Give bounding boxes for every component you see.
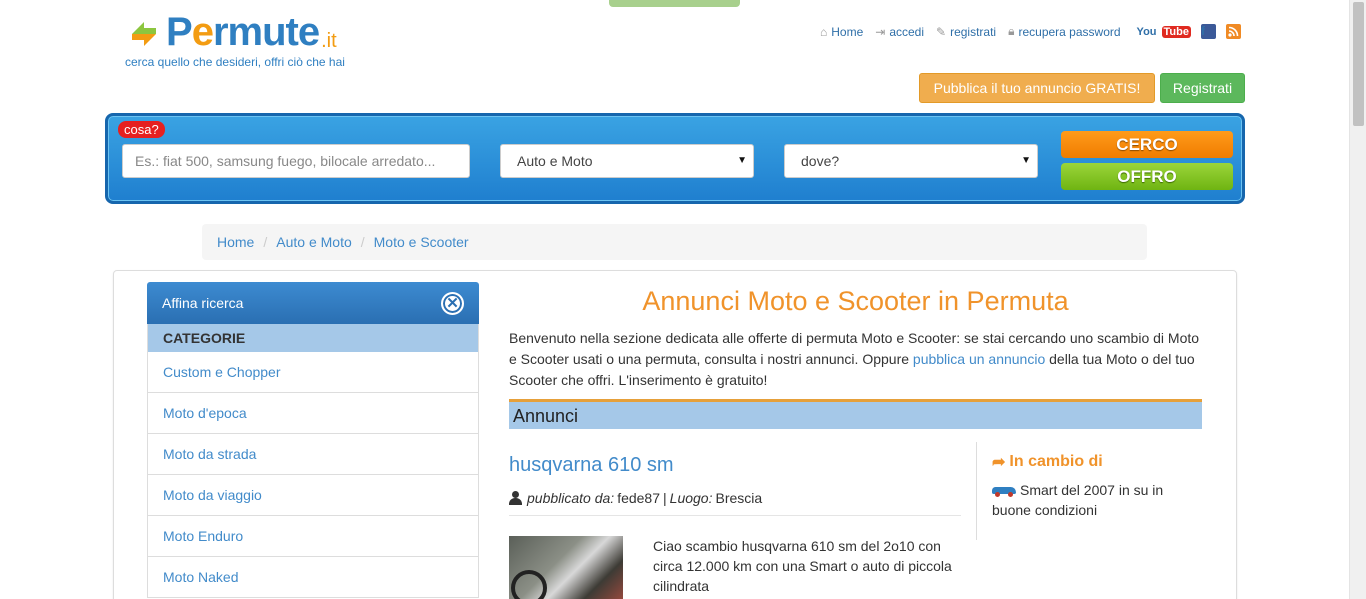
sidebar-item-moto-strada[interactable]: Moto da strada <box>147 434 479 475</box>
breadcrumb: Home / Auto e Moto / Moto e Scooter <box>202 224 1147 260</box>
page-title: Annunci Moto e Scooter in Permuta <box>642 286 1069 316</box>
sidebar-item-custom-chopper[interactable]: Custom e Chopper <box>147 352 479 393</box>
sidebar-item-moto-epoca[interactable]: Moto d'epoca <box>147 393 479 434</box>
main-content: Annunci Moto e Scooter in Permuta Benven… <box>509 286 1202 429</box>
sidebar-section-title: CATEGORIE <box>147 324 479 352</box>
registrati-link[interactable]: ✎ registrati <box>936 25 996 39</box>
search-input[interactable] <box>122 144 470 178</box>
lock-icon: 🔒︎ <box>1008 24 1015 38</box>
in-cambio-text: Smart del 2007 in su in buone condizioni <box>992 482 1164 518</box>
sidebar-item-moto-naked[interactable]: Moto Naked <box>147 557 479 598</box>
recupera-password-link[interactable]: 🔒︎ recupera password <box>1008 24 1120 39</box>
sidebar-header: Affina ricerca ✕ <box>147 282 479 324</box>
sidebar-title: Affina ricerca <box>162 295 244 311</box>
publish-ad-link[interactable]: pubblica un annuncio <box>913 351 1045 367</box>
listing-user: fede87 <box>617 490 661 506</box>
intro-text: Benvenuto nella sezione dedicata alle of… <box>509 330 1200 388</box>
register-button[interactable]: Registrati <box>1160 73 1245 103</box>
breadcrumb-separator: / <box>263 234 268 250</box>
annunci-header: Annunci <box>509 399 1202 429</box>
facebook-icon[interactable]: f <box>1200 24 1216 39</box>
search-bar: cosa? Auto e Moto ▼ dove? ▼ CERCO OFFRO <box>105 113 1245 204</box>
dropdown-arrow-icon: ▼ <box>1021 155 1031 166</box>
sidebar-item-moto-viaggio[interactable]: Moto da viaggio <box>147 475 479 516</box>
scrollbar[interactable] <box>1349 0 1366 599</box>
breadcrumb-auto-moto[interactable]: Auto e Moto <box>276 234 352 250</box>
breadcrumb-separator: / <box>360 234 365 250</box>
category-select[interactable]: Auto e Moto ▼ <box>500 144 754 178</box>
breadcrumb-home[interactable]: Home <box>217 234 254 250</box>
dropdown-arrow-icon: ▼ <box>737 155 747 166</box>
listing-title[interactable]: husqvarna 610 sm <box>509 454 674 477</box>
location-select[interactable]: dove? ▼ <box>784 144 1038 178</box>
breadcrumb-moto-scooter[interactable]: Moto e Scooter <box>374 234 469 250</box>
listing-description: Ciao scambio husqvarna 610 sm del 2o10 c… <box>653 538 952 594</box>
social-links: You Tube f <box>1137 24 1241 39</box>
home-link[interactable]: ⌂ Home <box>820 25 863 39</box>
close-icon[interactable]: ✕ <box>441 291 464 315</box>
edit-icon: ✎ <box>936 24 947 39</box>
publish-ad-button[interactable]: Pubblica il tuo annuncio GRATIS! <box>919 73 1155 103</box>
tagline: cerca quello che desideri, offri ciò che… <box>125 55 345 69</box>
logo-tld: .it <box>321 30 337 52</box>
login-icon: ⇥ <box>875 24 886 39</box>
user-icon <box>509 491 522 505</box>
offro-button[interactable]: OFFRO <box>1061 163 1233 190</box>
listing-place: Brescia <box>715 490 763 506</box>
sidebar: Affina ricerca ✕ CATEGORIE Custom e Chop… <box>147 282 479 598</box>
car-icon <box>992 485 1018 498</box>
cosa-badge: cosa? <box>118 121 165 138</box>
cerco-button[interactable]: CERCO <box>1061 131 1233 158</box>
top-tab-decoration <box>609 0 740 7</box>
home-icon: ⌂ <box>820 24 828 39</box>
listing-meta: pubblicato da: fede87 | Luogo: Brescia <box>509 490 762 506</box>
scrollbar-thumb[interactable] <box>1353 2 1364 126</box>
in-cambio-label: ➦ In cambio di <box>992 453 1103 471</box>
listing-vertical-divider <box>976 442 977 540</box>
sidebar-item-moto-enduro[interactable]: Moto Enduro <box>147 516 479 557</box>
top-links: ⌂ Home ⇥ accedi ✎ registrati 🔒︎ recupera… <box>820 24 1241 39</box>
logo[interactable]: Permute .it <box>128 8 337 52</box>
logo-text: Permute <box>166 10 320 54</box>
accedi-link[interactable]: ⇥ accedi <box>875 25 924 39</box>
youtube-icon[interactable]: You Tube <box>1137 25 1191 38</box>
listing-divider <box>509 515 961 516</box>
logo-arrows-icon <box>128 16 160 52</box>
rss-icon[interactable] <box>1225 24 1241 39</box>
listing-thumbnail[interactable] <box>509 536 623 599</box>
share-arrow-icon: ➦ <box>992 454 1006 471</box>
